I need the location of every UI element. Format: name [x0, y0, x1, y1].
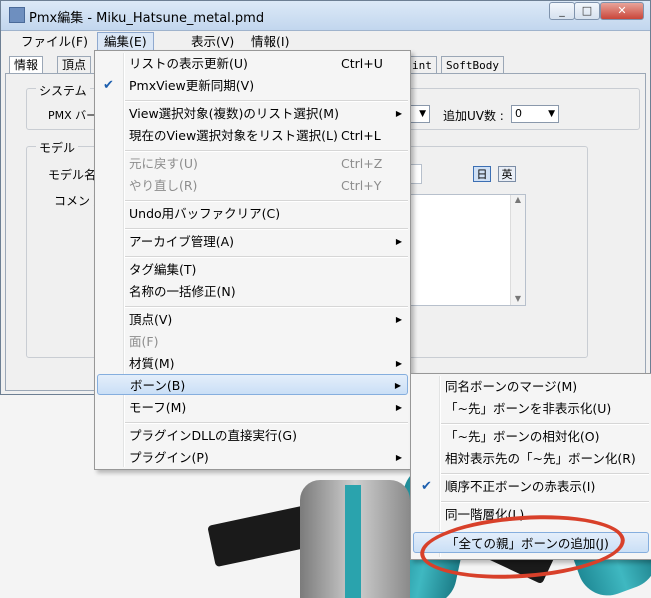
edit-dropdown-menu: リストの表示更新(U) Ctrl+U ✔ PmxView更新同期(V) View選択…	[94, 50, 411, 470]
minimize-icon[interactable]: _	[549, 2, 575, 20]
menu-item-view-select-multi[interactable]: View選択対象(複数)のリスト選択(M) ▶	[97, 103, 408, 124]
tab-info[interactable]: 情報	[9, 56, 44, 74]
pmx-version-combo[interactable]: ▼	[408, 105, 430, 123]
menu-item-undo[interactable]: 元に戻す(U) Ctrl+Z	[97, 153, 408, 174]
menu-file[interactable]: ファイル(F)	[15, 33, 94, 51]
menu-item-bone[interactable]: ボーン(B) ▶	[97, 374, 408, 395]
maximize-icon[interactable]: □	[574, 2, 600, 20]
chevron-down-icon: ▼	[419, 109, 426, 119]
menu-item-refresh-list[interactable]: リストの表示更新(U) Ctrl+U	[97, 53, 408, 74]
menu-item-rename-batch[interactable]: 名称の一括修正(N)	[97, 281, 408, 302]
window-title: Pmx編集 - Miku_Hatsune_metal.pmd	[29, 11, 265, 26]
add-uv-value: 0	[515, 107, 522, 120]
menu-item-red-invalid-order[interactable]: ✔ 順序不正ボーンの赤表示(I)	[413, 476, 649, 497]
pmx-label: PMX バー	[48, 109, 98, 122]
menu-item-display-target-tip-bones[interactable]: 相対表示先の「~先」ボーン化(R)	[413, 448, 649, 469]
menu-item-redo[interactable]: やり直し(R) Ctrl+Y	[97, 175, 408, 196]
model-label: モデル	[36, 139, 79, 156]
submenu-arrow-icon: ▶	[395, 315, 402, 324]
add-uv-combo[interactable]: 0 ▼	[511, 105, 559, 123]
menu-edit[interactable]: 編集(E)	[97, 32, 154, 52]
submenu-arrow-icon: ▶	[395, 237, 402, 246]
lang-jp-button[interactable]: 日	[473, 166, 491, 182]
menu-info[interactable]: 情報(I)	[245, 33, 295, 51]
scroll-up-icon[interactable]: ▲	[511, 195, 525, 204]
submenu-arrow-icon: ▶	[395, 403, 402, 412]
tab-joint[interactable]: int	[407, 56, 437, 74]
menu-item-view-select-current[interactable]: 現在のView選択対象をリスト選択(L) Ctrl+L	[97, 125, 408, 146]
submenu-arrow-icon: ▶	[395, 359, 402, 368]
check-icon: ✔	[421, 479, 432, 494]
lang-en-button[interactable]: 英	[498, 166, 516, 182]
model-tie	[345, 485, 361, 598]
scrollbar[interactable]: ▲ ▼	[510, 195, 525, 305]
menu-item-tag-edit[interactable]: タグ編集(T)	[97, 259, 408, 280]
model-name-label: モデル名	[48, 168, 97, 182]
menu-item-undo-clear[interactable]: Undo用バッファクリア(C)	[97, 203, 408, 224]
tab-vertex[interactable]: 頂点	[57, 56, 92, 74]
submenu-arrow-icon: ▶	[395, 453, 402, 462]
menu-item-relative-tip-bones[interactable]: 「~先」ボーンの相対化(O)	[413, 426, 649, 447]
submenu-arrow-icon: ▶	[394, 381, 401, 390]
menu-item-face[interactable]: 面(F)	[97, 331, 408, 352]
menu-item-plugin-dll[interactable]: プラグインDLLの直接実行(G)	[97, 425, 408, 446]
scroll-down-icon[interactable]: ▼	[511, 294, 525, 303]
close-icon[interactable]: ✕	[600, 2, 644, 20]
menu-item-pmxview-sync[interactable]: ✔ PmxView更新同期(V)	[97, 75, 408, 96]
menu-item-plugin[interactable]: プラグイン(P) ▶	[97, 447, 408, 468]
menu-item-merge-same-name-bones[interactable]: 同名ボーンのマージ(M)	[413, 376, 649, 397]
menu-item-vertex[interactable]: 頂点(V) ▶	[97, 309, 408, 330]
menu-item-material[interactable]: 材質(M) ▶	[97, 353, 408, 374]
menu-view[interactable]: 表示(V)	[185, 33, 240, 51]
comment-textarea[interactable]: ▲ ▼	[408, 194, 526, 306]
menu-item-hide-tip-bones[interactable]: 「~先」ボーンを非表示化(U)	[413, 398, 649, 419]
app-icon	[9, 7, 25, 23]
menu-item-archive[interactable]: アーカイブ管理(A) ▶	[97, 231, 408, 252]
title-bar[interactable]: Pmx編集 - Miku_Hatsune_metal.pmd _ □ ✕	[1, 1, 650, 31]
check-icon: ✔	[103, 78, 114, 93]
tab-softbody[interactable]: SoftBody	[441, 56, 504, 74]
chevron-down-icon: ▼	[548, 109, 555, 119]
menu-item-morph[interactable]: モーフ(M) ▶	[97, 397, 408, 418]
submenu-arrow-icon: ▶	[395, 109, 402, 118]
system-label: システム	[36, 82, 90, 99]
add-uv-label: 追加UV数 :	[443, 109, 504, 123]
